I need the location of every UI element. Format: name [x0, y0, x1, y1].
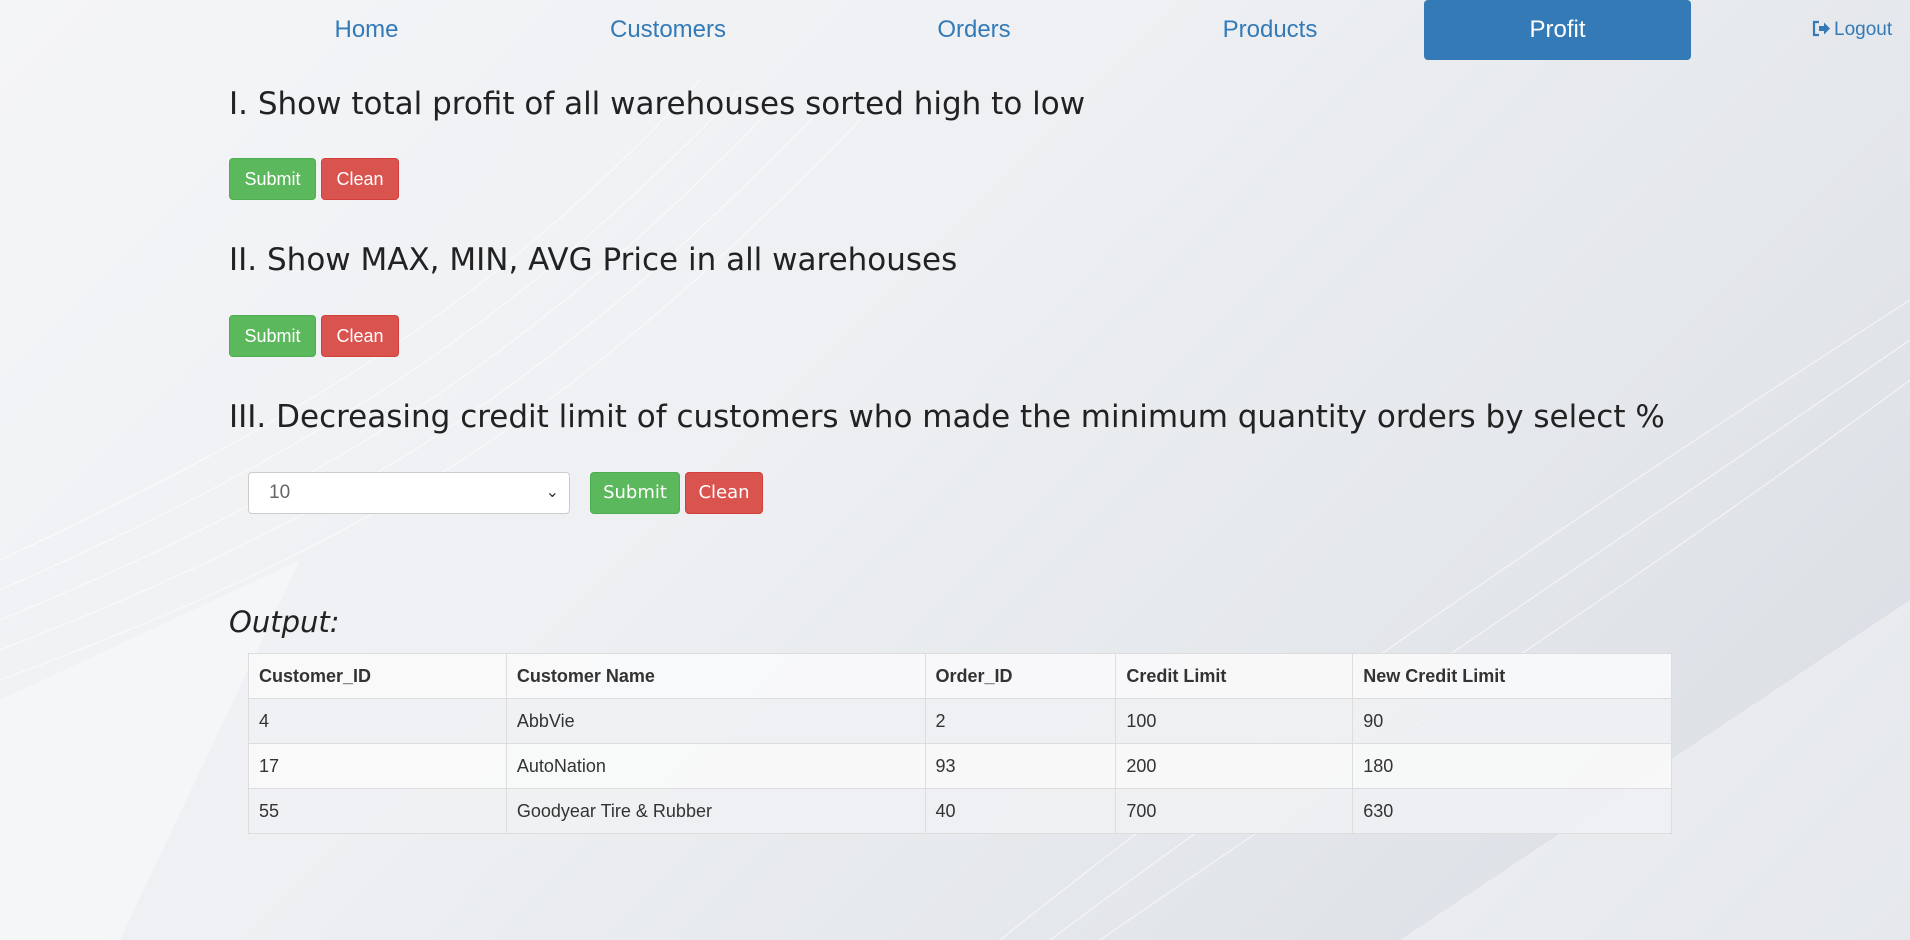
chevron-down-icon: ⌄	[545, 484, 559, 501]
nav-products[interactable]: Products	[1197, 0, 1343, 60]
table-cell: 55	[248, 788, 507, 834]
section-2-submit-button[interactable]: Submit	[229, 315, 316, 357]
column-header: Customer_ID	[248, 653, 507, 699]
output-label: Output:	[229, 605, 340, 639]
nav-orders[interactable]: Orders	[918, 0, 1030, 60]
table-cell: 17	[248, 743, 507, 789]
table-cell: 200	[1115, 743, 1354, 789]
top-nav: Home Customers Orders Products Profit Lo…	[0, 0, 1910, 60]
section-2-title: II. Show MAX, MIN, AVG Price in all ware…	[229, 242, 958, 278]
logout-label: Logout	[1834, 19, 1893, 40]
logout-icon	[1812, 20, 1830, 37]
table-cell: AbbVie	[505, 698, 926, 744]
column-header: Credit Limit	[1115, 653, 1354, 699]
table-cell: 40	[924, 788, 1117, 834]
column-header: Order_ID	[924, 653, 1117, 699]
nav-profit[interactable]: Profit	[1424, 0, 1691, 60]
percent-select-value: 10	[269, 482, 291, 503]
table-cell: 93	[924, 743, 1117, 789]
table-header-row: Customer_ID Customer Name Order_ID Credi…	[248, 653, 1672, 699]
nav-home[interactable]: Home	[310, 0, 423, 60]
table-cell: 100	[1115, 698, 1354, 744]
table-cell: 4	[248, 698, 507, 744]
page: Home Customers Orders Products Profit Lo…	[0, 0, 1910, 940]
table-cell: AutoNation	[505, 743, 926, 789]
table-row: 17 AutoNation 93 200 180	[248, 743, 1672, 789]
logout-link[interactable]: Logout	[1812, 0, 1892, 60]
section-3-title: III. Decreasing credit limit of customer…	[229, 399, 1665, 435]
table-cell: 630	[1352, 788, 1672, 834]
table-cell: 90	[1352, 698, 1672, 744]
section-2-clean-button[interactable]: Clean	[321, 315, 399, 357]
column-header: Customer Name	[505, 653, 926, 699]
results-table: Customer_ID Customer Name Order_ID Credi…	[248, 653, 1672, 834]
section-1-title: I. Show total profit of all warehouses s…	[229, 86, 1086, 122]
table-cell: 180	[1352, 743, 1672, 789]
table-row: 4 AbbVie 2 100 90	[248, 698, 1672, 744]
section-3-submit-button[interactable]: Submit	[590, 472, 680, 514]
table-row: 55 Goodyear Tire & Rubber 40 700 630	[248, 788, 1672, 834]
section-3-clean-button[interactable]: Clean	[685, 472, 763, 514]
table-cell: Goodyear Tire & Rubber	[505, 788, 926, 834]
percent-select[interactable]: 10 ⌄	[248, 472, 570, 514]
nav-customers[interactable]: Customers	[590, 0, 746, 60]
section-1-submit-button[interactable]: Submit	[229, 158, 316, 200]
table-cell: 2	[924, 698, 1117, 744]
column-header: New Credit Limit	[1352, 653, 1672, 699]
section-1-clean-button[interactable]: Clean	[321, 158, 399, 200]
table-cell: 700	[1115, 788, 1354, 834]
